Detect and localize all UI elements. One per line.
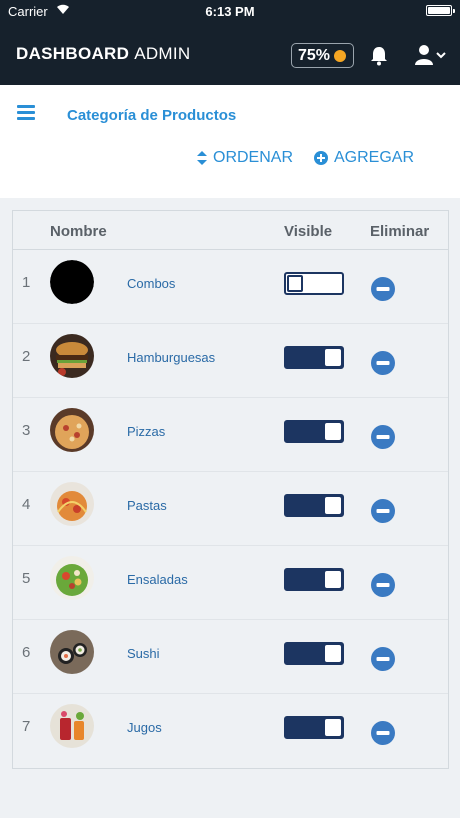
remove-circle-icon[interactable] [371,721,395,745]
add-button[interactable]: AGREGAR [314,149,414,167]
hamburger-menu-icon[interactable] [17,105,35,121]
category-name-link[interactable]: Sushi [127,646,160,661]
column-header-delete: Eliminar [370,223,430,240]
column-header-name: Nombre [50,223,107,240]
row-number: 2 [22,348,31,365]
category-image [50,704,94,748]
category-image [50,482,94,526]
visible-toggle[interactable] [284,272,344,295]
visible-toggle[interactable] [284,716,344,739]
visible-toggle[interactable] [284,420,344,443]
category-name-link[interactable]: Pizzas [127,424,165,439]
table-row: 5 Ensaladas [13,546,448,620]
row-number: 3 [22,422,31,439]
category-image [50,408,94,452]
row-number: 7 [22,718,31,735]
table-row: 3 Pizzas [13,398,448,472]
remove-circle-icon[interactable] [371,573,395,597]
page-toolbar: Categoría de Productos ORDENAR AGREGAR [0,85,460,198]
remove-circle-icon[interactable] [371,425,395,449]
remove-circle-icon[interactable] [371,277,395,301]
remove-circle-icon[interactable] [371,351,395,375]
category-image [50,334,94,378]
category-image [50,556,94,600]
category-name-link[interactable]: Ensaladas [127,572,188,587]
row-number: 1 [22,274,31,291]
brand-title: DASHBOARD ADMIN [16,44,190,64]
bell-icon[interactable] [370,46,388,66]
table-row: 4 Pastas [13,472,448,546]
category-name-link[interactable]: Jugos [127,720,162,735]
table-row: 1 Combos [13,250,448,324]
category-name-link[interactable]: Combos [127,276,175,291]
sort-icon [197,151,207,165]
category-image [50,630,94,674]
brand-bold: DASHBOARD [16,44,130,63]
remove-circle-icon[interactable] [371,647,395,671]
progress-label: 75% [298,46,331,64]
app-header: Carrier 6:13 PM DASHBOARD ADMIN 75% [0,0,460,85]
progress-badge[interactable]: 75% [291,43,354,68]
page-title: Categoría de Productos [67,107,237,124]
plus-circle-icon [314,151,328,165]
add-label: AGREGAR [334,149,415,166]
table-header: Nombre Visible Eliminar [13,211,448,250]
table-row: 2 Hamburguesas [13,324,448,398]
status-dot-icon [334,49,347,62]
visible-toggle[interactable] [284,568,344,591]
visible-toggle[interactable] [284,642,344,665]
category-image [50,260,94,304]
user-menu-icon[interactable] [414,44,450,66]
remove-circle-icon[interactable] [371,499,395,523]
row-number: 4 [22,496,31,513]
table-row: 6 Sushi [13,620,448,694]
category-name-link[interactable]: Hamburguesas [127,350,215,365]
visible-toggle[interactable] [284,346,344,369]
status-time: 6:13 PM [205,4,255,19]
table-row: 7 Jugos [13,694,448,768]
categories-table: Nombre Visible Eliminar 1 Combos 2 Hamburgu… [12,210,449,769]
order-button[interactable]: ORDENAR [197,149,293,167]
column-header-visible: Visible [284,223,333,240]
battery-icon [426,5,455,16]
category-name-link[interactable]: Pastas [127,498,167,513]
row-number: 6 [22,644,31,661]
visible-toggle[interactable] [284,494,344,517]
brand-light: ADMIN [134,44,191,63]
status-bar: Carrier 6:13 PM [0,0,460,22]
row-number: 5 [22,570,31,587]
order-label: ORDENAR [213,149,294,166]
